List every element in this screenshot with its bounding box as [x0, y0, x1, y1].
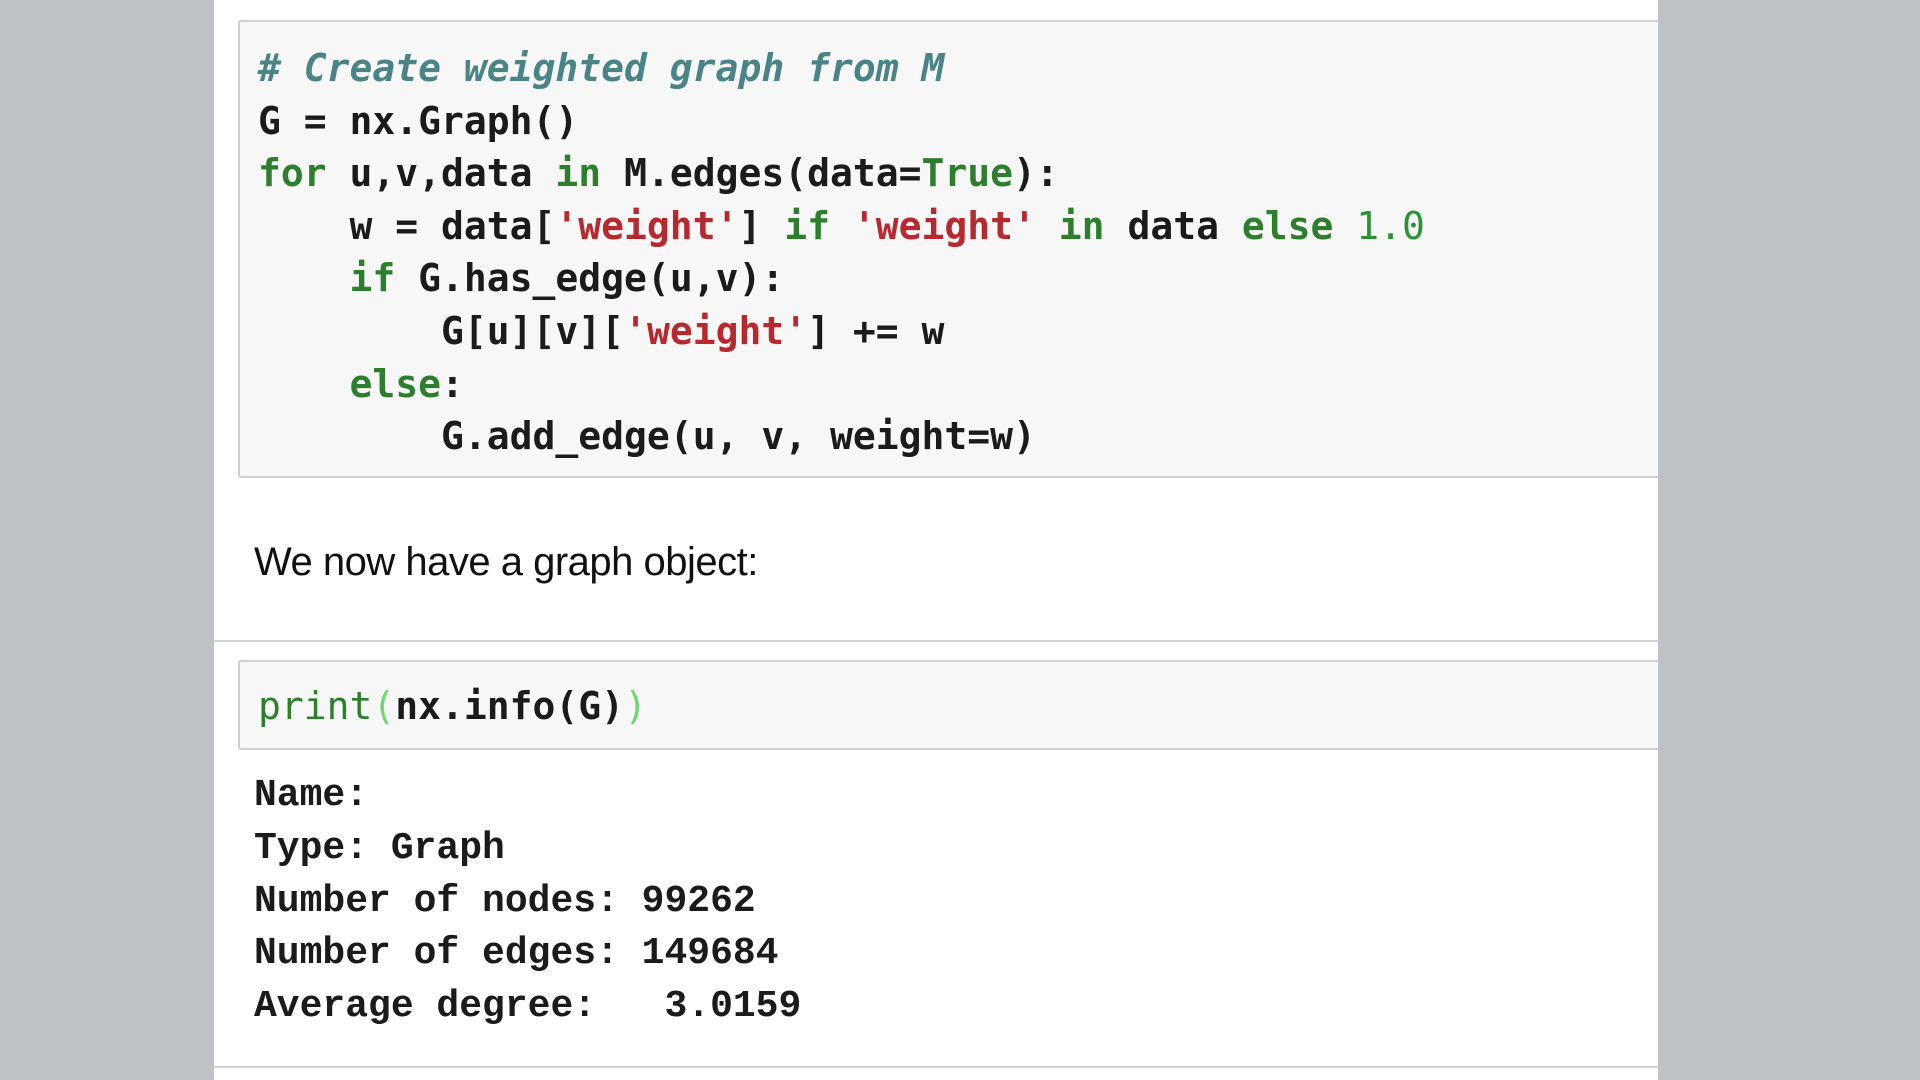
code-text: G.add_edge(u, v, weight=w): [441, 414, 1036, 459]
code-text: ] += w: [807, 308, 945, 353]
keyword: if: [784, 203, 830, 248]
markdown-text: We now have a graph object:: [254, 540, 758, 584]
code-text: ]: [738, 203, 785, 248]
code-text: M.edges(data=: [601, 151, 922, 196]
keyword: for: [258, 151, 327, 196]
code-line-2: G = nx.Graph(): [258, 99, 578, 143]
string-literal: 'weight': [624, 308, 808, 353]
code-cell-print-info[interactable]: print(nx.info(G)): [238, 660, 1658, 750]
code-text: u,v,data: [326, 151, 556, 196]
code-text: nx.info(G): [395, 684, 625, 728]
code-text: :: [441, 361, 464, 406]
output-line: Type: Graph: [254, 826, 505, 870]
string-literal: 'weight': [852, 203, 1036, 248]
code-editor[interactable]: # Create weighted graph from M G = nx.Gr…: [258, 42, 1425, 463]
code-line-5: if G.has_edge(u,v):: [258, 256, 785, 301]
code-line-7: else:: [258, 362, 464, 406]
bracket: ): [624, 684, 647, 728]
code-text: data: [1104, 203, 1242, 248]
keyword: else: [349, 361, 442, 406]
code-text: w = data[: [349, 203, 556, 248]
code-line-3: for u,v,data in M.edges(data=True):: [258, 151, 1059, 195]
code-cell-weighted-graph[interactable]: # Create weighted graph from M G = nx.Gr…: [238, 20, 1658, 478]
code-text: G[u][v][: [441, 308, 625, 353]
keyword: in: [555, 151, 602, 196]
code-line-4: w = data['weight'] if 'weight' in data e…: [258, 204, 1425, 248]
notebook-page: # Create weighted graph from M G = nx.Gr…: [214, 0, 1658, 1080]
output-line: Average degree: 3.0159: [254, 985, 802, 1029]
keyword: else: [1241, 203, 1334, 248]
code-text: ):: [1013, 151, 1059, 196]
code-line-1: # Create weighted graph from M: [258, 46, 944, 90]
keyword: True: [921, 151, 1013, 196]
bracket: (: [372, 684, 396, 728]
cell-output: Name: Type: Graph Number of nodes: 99262…: [254, 770, 801, 1034]
code-comment: # Create weighted graph from M: [258, 46, 945, 90]
keyword: if: [349, 256, 396, 301]
string-literal: 'weight': [555, 203, 739, 248]
builtin-function: print: [258, 684, 373, 728]
code-text: G.has_edge(u,v):: [395, 256, 785, 301]
cell-divider: [214, 640, 1658, 642]
output-line: Number of edges: 149684: [254, 932, 779, 976]
code-text: G = nx.Graph(): [258, 98, 579, 143]
code-line-6: G[u][v]['weight'] += w: [258, 309, 944, 353]
number-literal: 1.0: [1356, 203, 1425, 248]
output-line: Name:: [254, 774, 369, 817]
code-line-8: G.add_edge(u, v, weight=w): [258, 414, 1036, 458]
output-line: Number of nodes: 99262: [254, 879, 756, 923]
cell-divider: [214, 1066, 1658, 1068]
keyword: in: [1058, 203, 1105, 248]
code-editor[interactable]: print(nx.info(G)): [258, 680, 647, 733]
